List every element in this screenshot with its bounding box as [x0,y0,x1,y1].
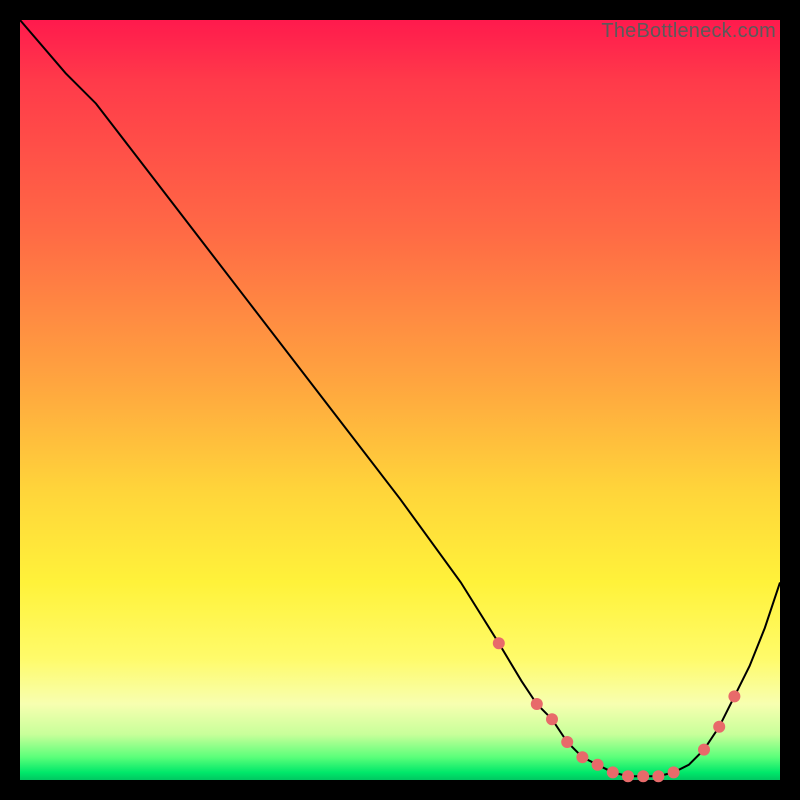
curve-marker [637,770,649,782]
curve-marker [561,736,573,748]
watermark-text: TheBottleneck.com [601,20,776,43]
curve-marker [546,713,558,725]
curve-marker [698,744,710,756]
curve-marker [668,766,680,778]
curve-marker [493,637,505,649]
curve-marker [622,770,634,782]
curve-markers [493,637,741,782]
curve-marker [531,698,543,710]
curve-marker [576,751,588,763]
bottleneck-curve [20,20,780,776]
chart-frame: TheBottleneck.com [20,20,780,780]
curve-marker [713,721,725,733]
plot-area: TheBottleneck.com [20,20,780,780]
curve-marker [592,759,604,771]
curve-marker [728,690,740,702]
curve-marker [607,766,619,778]
curve-marker [652,770,664,782]
curve-layer [20,20,780,780]
